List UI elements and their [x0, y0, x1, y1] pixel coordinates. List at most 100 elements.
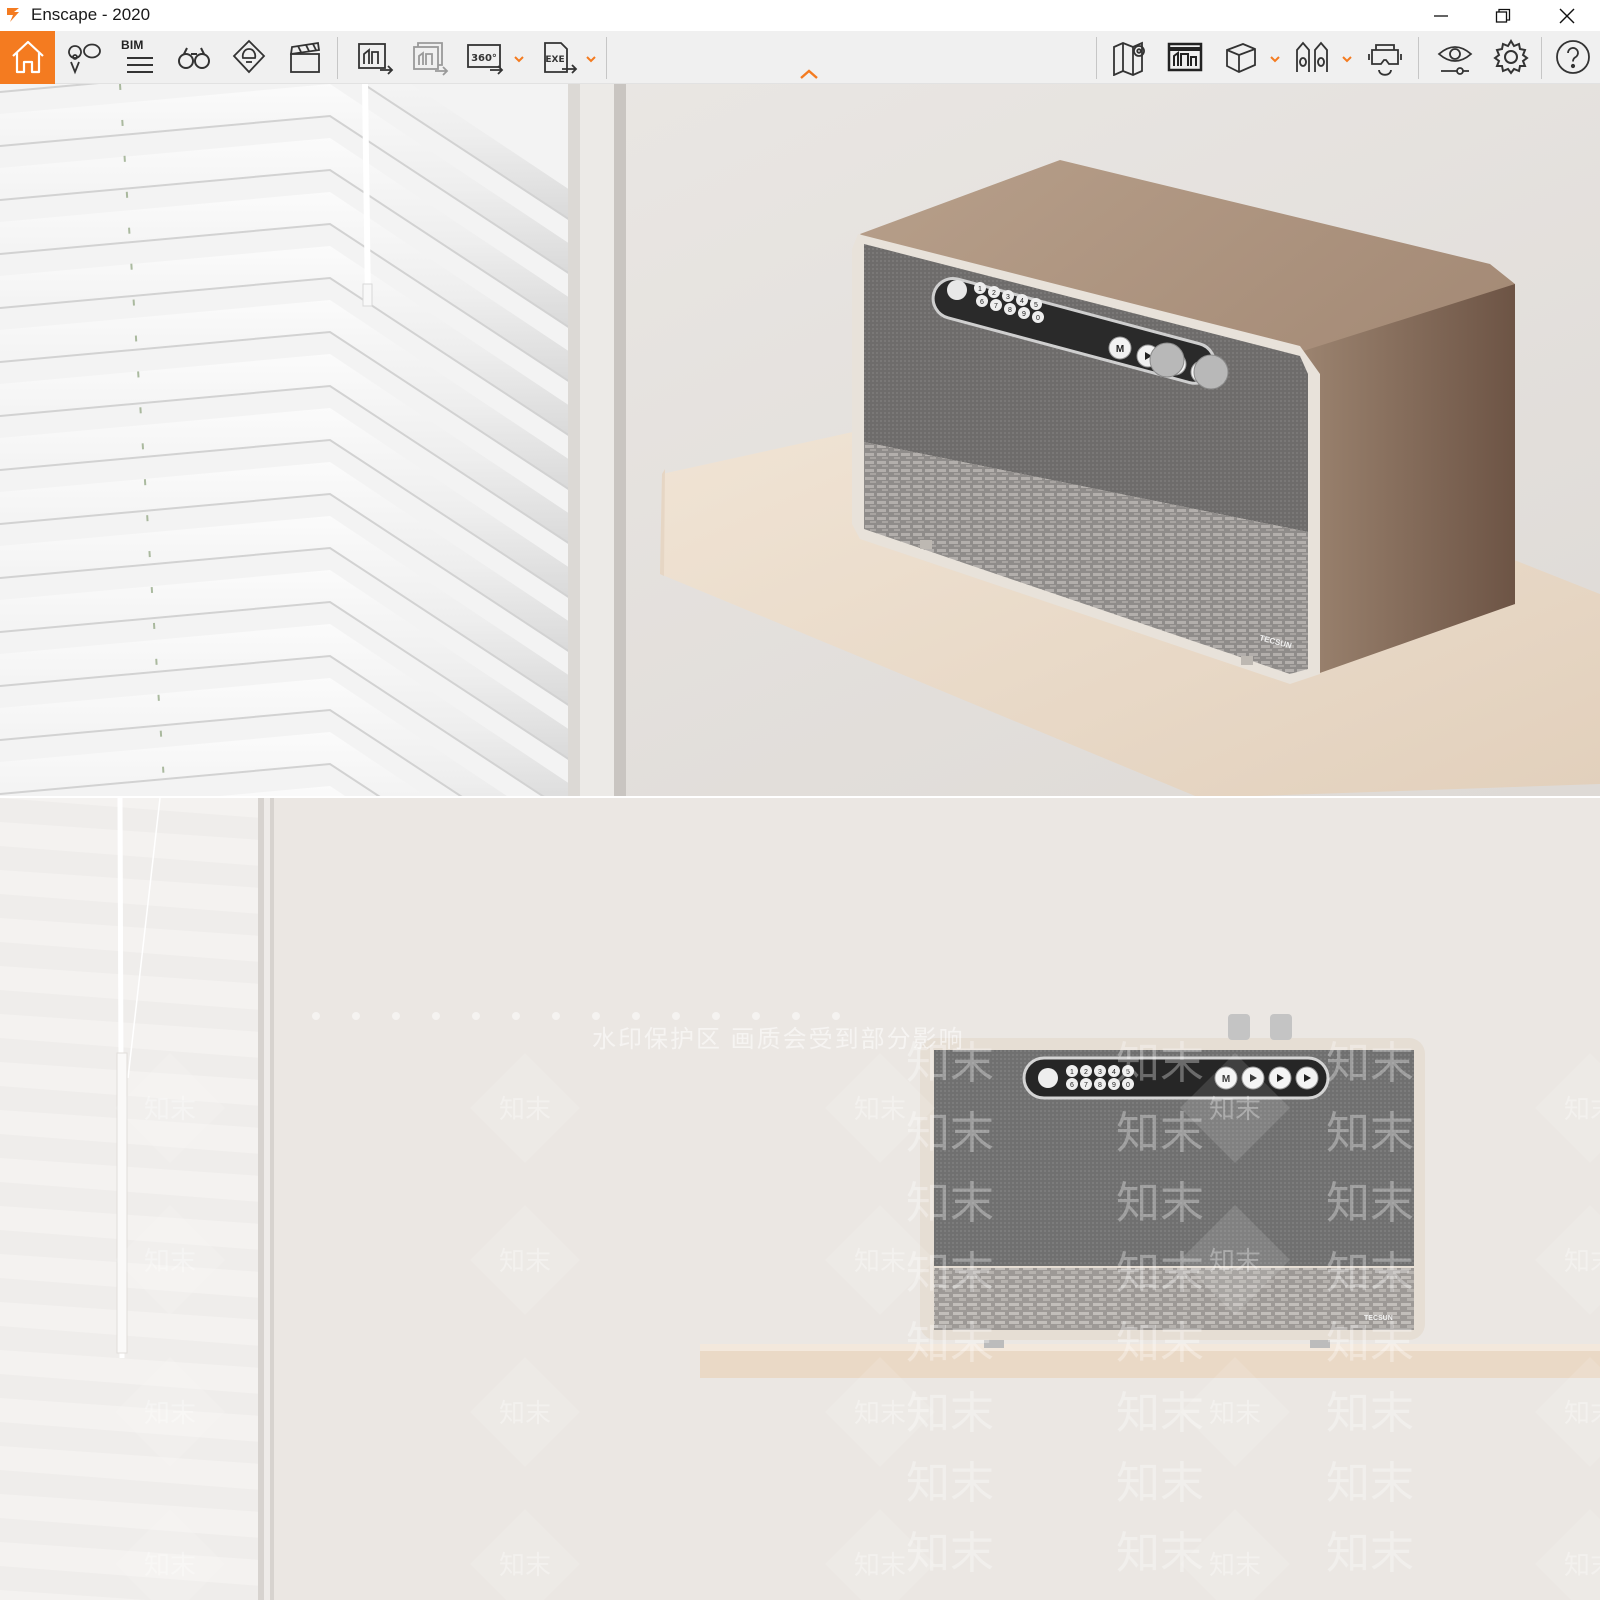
toolbar-separator	[1096, 37, 1097, 79]
watermark-logo: 知末	[499, 1399, 551, 1429]
render-viewport[interactable]: 1234567890M TECSUN	[0, 84, 1600, 798]
preset-key-label: 8	[1008, 307, 1012, 314]
material-editor-button[interactable]	[1215, 31, 1263, 84]
vr-headset-button[interactable]	[1360, 31, 1408, 84]
collapse-toolbar-chevron-up-icon[interactable]	[796, 67, 822, 81]
watermark-logo: 知末	[1116, 1528, 1204, 1579]
preset-key-label: 6	[980, 299, 984, 306]
chevron-down-icon[interactable]	[512, 53, 526, 65]
close-button[interactable]	[1544, 0, 1590, 31]
watermark-logo: 知末	[144, 1247, 196, 1277]
watermark-logo: 知末	[854, 1247, 906, 1277]
watermark-logo: 知末	[854, 1551, 906, 1581]
preset-key-label: 2	[1084, 1069, 1088, 1076]
watermark-logo: 知末	[1116, 1038, 1204, 1089]
panorama-360-icon: 360°	[467, 44, 504, 75]
material-cube-icon	[1226, 43, 1256, 73]
preset-key-label: 0	[1036, 315, 1040, 322]
watermark-logo: 知末	[1326, 1388, 1414, 1439]
watermark-logo: 知末	[906, 1108, 994, 1159]
export-exe-icon: EXE	[544, 42, 578, 74]
watermark-logo: 知末	[906, 1458, 994, 1509]
watermark-logo: 知末	[906, 1388, 994, 1439]
minimize-icon	[1434, 15, 1448, 17]
export-exe-button[interactable]: EXE	[534, 31, 582, 84]
watermark-logo: 知末	[1326, 1178, 1414, 1229]
preset-key-label: 7	[1084, 1082, 1088, 1089]
render-image-button[interactable]	[350, 31, 398, 84]
preset-key-label: 9	[1022, 311, 1026, 318]
views-button[interactable]	[169, 31, 217, 84]
batch-render-button[interactable]	[405, 31, 453, 84]
panorama-button[interactable]: 360°	[460, 31, 508, 84]
front-view-render: 1234567890M TECSUN 知末知末知末知末知末知末知末知末知末知末知…	[0, 798, 1600, 1600]
watermark-logo: 知末	[1209, 1247, 1261, 1277]
watermark-logo: 知末	[1209, 1399, 1261, 1429]
panorama-label: 360°	[471, 53, 497, 64]
watermark-logo: 知末	[1564, 1399, 1600, 1429]
settings-gear-icon	[1493, 39, 1529, 75]
watermark-logo: 知末	[144, 1095, 196, 1125]
sound-icon	[1296, 41, 1328, 72]
watermark-logo: 知末	[499, 1095, 551, 1125]
view-settings-button[interactable]	[1430, 31, 1478, 84]
exe-label: EXE	[545, 55, 564, 65]
restore-icon	[1495, 8, 1511, 23]
chevron-down-icon[interactable]	[1268, 53, 1282, 65]
toolbar-separator	[1541, 37, 1542, 79]
home-icon	[12, 40, 44, 74]
watermark-logo: 知末	[1564, 1551, 1600, 1581]
watermark-logo: 知末	[1564, 1095, 1600, 1125]
asset-library-icon	[1167, 42, 1203, 72]
watermark-logo: 知末	[499, 1247, 551, 1277]
home-button[interactable]	[0, 31, 55, 84]
toolbar-separator	[606, 37, 607, 79]
light-view-button[interactable]	[224, 31, 272, 84]
watermark-dot	[392, 1012, 400, 1020]
preset-key-label: 3	[1006, 294, 1010, 301]
mode-key-label: M	[1116, 344, 1124, 355]
video-editor-button[interactable]	[280, 31, 328, 84]
preset-key-label: 5	[1034, 302, 1038, 309]
title-bar: Enscape - 2020	[0, 0, 1600, 31]
front-view-scene: 1234567890M TECSUN 知末知末知末知末知末知末知末知末知末知末知…	[0, 798, 1600, 1600]
watermark-logo: 知末	[1326, 1458, 1414, 1509]
preset-key-label: 8	[1098, 1082, 1102, 1089]
asset-library-button[interactable]	[1160, 31, 1208, 84]
preset-key-label: 7	[994, 303, 998, 310]
watermark-logo: 知末	[1209, 1095, 1261, 1125]
preset-key-label: 1	[1070, 1069, 1074, 1076]
watermark-logo: 知末	[906, 1528, 994, 1579]
chevron-down-icon[interactable]	[1340, 53, 1354, 65]
sound-button[interactable]	[1287, 31, 1335, 84]
watermark-logo: 知末	[906, 1318, 994, 1369]
toolbar-separator	[1418, 37, 1419, 79]
watermark-logo: 知末	[1116, 1178, 1204, 1229]
annotation-pin-icon	[68, 43, 101, 75]
annotation-button[interactable]	[59, 31, 107, 84]
video-editor-icon	[289, 41, 321, 73]
bim-label: BIM	[121, 38, 144, 52]
restore-button[interactable]	[1480, 0, 1526, 31]
preset-key-label: 1	[978, 286, 982, 293]
watermark-logo: 知末	[144, 1399, 196, 1429]
watermark-logo: 知末	[854, 1399, 906, 1429]
watermark-logo: 知末	[1326, 1528, 1414, 1579]
minimize-button[interactable]	[1418, 0, 1464, 31]
watermark-dot	[432, 1012, 440, 1020]
settings-button[interactable]	[1486, 31, 1534, 84]
chevron-down-icon[interactable]	[584, 53, 598, 65]
preset-key-label: 4	[1020, 298, 1024, 305]
map-button[interactable]	[1105, 31, 1153, 84]
watermark-dot	[352, 1012, 360, 1020]
watermark-logo: 知末	[144, 1551, 196, 1581]
watermark-logo: 知末	[1116, 1388, 1204, 1439]
watermark-logo: 知末	[906, 1248, 994, 1299]
preset-key-label: 6	[1070, 1082, 1074, 1089]
watermark-dot	[552, 1012, 560, 1020]
help-button[interactable]	[1548, 31, 1596, 84]
watermark-dot	[472, 1012, 480, 1020]
window-blinds	[0, 84, 571, 798]
watermark-banner: 水印保护区 画质会受到部分影响	[592, 1026, 965, 1053]
viewport-render-scene: 1234567890M TECSUN	[0, 84, 1600, 798]
